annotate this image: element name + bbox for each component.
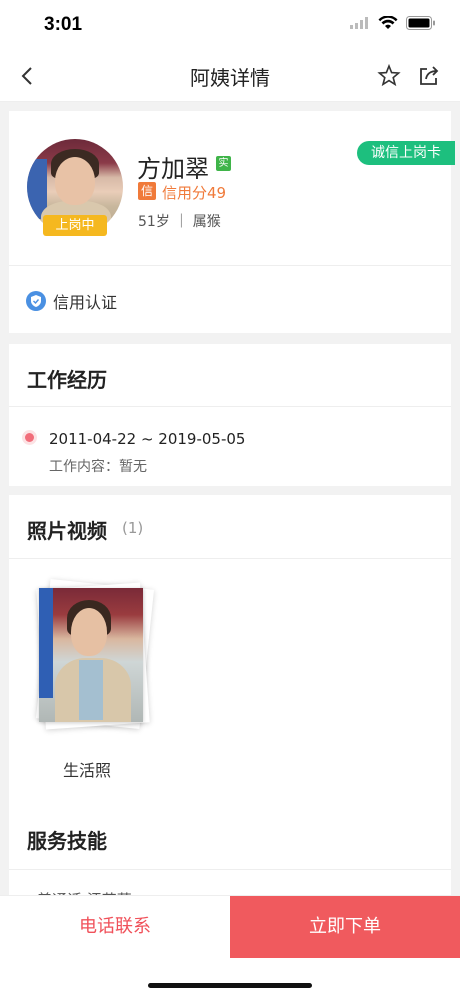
shield-icon (26, 291, 46, 311)
work-experience-card: 工作经历 2011-04-22 ~ 2019-05-05 工作内容：暂无 (9, 344, 451, 486)
home-indicator (148, 983, 312, 988)
status-icons (350, 16, 436, 30)
section-title-photos: 照片视频 (27, 519, 107, 543)
divider (9, 406, 451, 407)
life-photo[interactable] (39, 588, 143, 722)
photo-caption: 生活照 (63, 761, 112, 780)
status-badge: 上岗中 (43, 215, 107, 236)
work-content: 工作内容：暂无 (49, 459, 147, 475)
work-dates: 2011-04-22 ~ 2019-05-05 (49, 430, 246, 448)
signal-icon (350, 17, 368, 29)
caregiver-name: 方加翠 (137, 155, 209, 183)
nav-bar: 阿姨详情 (0, 50, 460, 102)
avatar-wrap: 上岗中 (27, 139, 123, 236)
photo-count: (1) (122, 519, 144, 537)
bottom-action-bar: 电话联系 立即下单 (0, 895, 460, 996)
star-icon[interactable] (376, 63, 402, 89)
divider (9, 265, 451, 266)
credit-icon: 信 (138, 182, 156, 200)
credit-score: 信用分49 (162, 184, 227, 202)
profile-card: 上岗中 方加翠 实 信 信用分49 51岁 ｜ 属猴 诚信上岗卡 信用认证 (9, 111, 455, 333)
call-button[interactable]: 电话联系 (0, 896, 230, 958)
age-zodiac: 51岁 ｜ 属猴 (138, 214, 221, 230)
divider (9, 869, 451, 870)
credit-cert-label: 信用认证 (53, 293, 118, 312)
honest-badge[interactable]: 诚信上岗卡 (357, 141, 455, 165)
timeline-dot (25, 433, 34, 442)
battery-icon (406, 16, 435, 30)
skills-card: 服务技能 普通话 汗花菜 (9, 805, 451, 909)
wifi-icon (378, 16, 398, 29)
verified-tag: 实 (216, 156, 231, 171)
share-icon[interactable] (416, 63, 442, 89)
status-bar: 3:01 (0, 0, 460, 50)
credit-cert-row[interactable]: 信用认证 (26, 289, 117, 313)
photos-card: 照片视频 (1) 生活照 (9, 495, 451, 805)
divider (9, 558, 451, 559)
section-title-skills: 服务技能 (27, 829, 107, 853)
section-title-work: 工作经历 (27, 368, 107, 392)
photo-album[interactable] (35, 578, 155, 730)
order-now-button[interactable]: 立即下单 (230, 896, 460, 958)
status-time: 3:01 (44, 14, 83, 35)
